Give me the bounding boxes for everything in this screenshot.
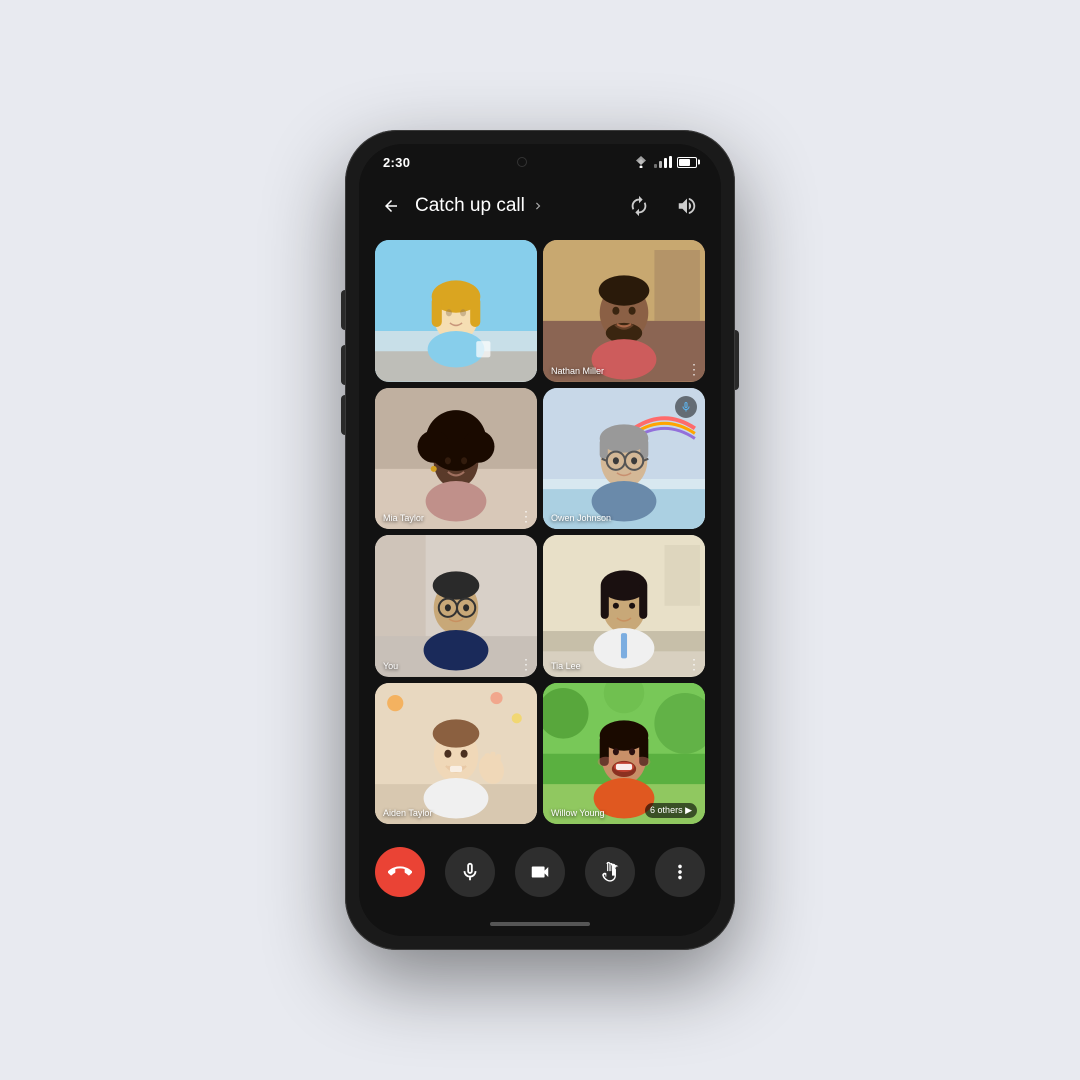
participant-5-video [375, 535, 537, 677]
status-icons [633, 156, 697, 168]
participant-3-cell[interactable]: Mia Taylor ⋮ [375, 388, 537, 530]
camera-button[interactable] [515, 847, 565, 897]
participant-1-cell[interactable] [375, 240, 537, 382]
participant-3-video [375, 388, 537, 530]
others-count-badge: 6 others ▶ [645, 803, 697, 818]
more-options-button[interactable] [655, 847, 705, 897]
call-controls [359, 832, 721, 912]
video-grid: Nathan Miller ⋮ [359, 232, 721, 832]
participant-4-audio [675, 396, 697, 418]
rotate-icon[interactable] [621, 188, 657, 224]
participant-8-cell[interactable]: Willow Young 6 others ▶ [543, 683, 705, 825]
participant-6-label: Tia Lee [551, 661, 581, 671]
signal-icon [654, 156, 672, 168]
participant-4-label: Owen Johnson [551, 513, 611, 523]
wifi-icon [633, 156, 649, 168]
call-title: Catch up call [415, 195, 613, 217]
participant-5-more[interactable]: ⋮ [519, 656, 533, 673]
phone-screen: 2:30 [359, 144, 721, 936]
participant-7-video [375, 683, 537, 825]
audio-output-icon[interactable] [669, 188, 705, 224]
camera-dot [517, 157, 527, 167]
status-bar: 2:30 [359, 144, 721, 180]
participant-5-label: You [383, 661, 398, 671]
participant-2-label: Nathan Miller [551, 366, 604, 376]
participant-4-cell[interactable]: Owen Johnson [543, 388, 705, 530]
phone-device: 2:30 [345, 130, 735, 950]
participant-1-video [375, 240, 537, 382]
end-call-button[interactable] [375, 847, 425, 897]
call-title-text: Catch up call [415, 195, 525, 217]
status-time: 2:30 [383, 155, 410, 170]
participant-6-video [543, 535, 705, 677]
battery-icon [677, 157, 697, 168]
mute-button[interactable] [445, 847, 495, 897]
participant-7-cell[interactable]: Aiden Taylor [375, 683, 537, 825]
raise-hand-button[interactable] [585, 847, 635, 897]
participant-7-label: Aiden Taylor [383, 808, 432, 818]
participant-5-cell[interactable]: You ⋮ [375, 535, 537, 677]
home-bar [490, 922, 590, 926]
participant-2-more[interactable]: ⋮ [687, 361, 701, 378]
participant-6-cell[interactable]: Tia Lee ⋮ [543, 535, 705, 677]
chevron-right-icon [531, 199, 545, 213]
participant-2-video [543, 240, 705, 382]
home-indicator [359, 912, 721, 936]
back-button[interactable] [375, 190, 407, 222]
top-bar: Catch up call [359, 180, 721, 232]
participant-3-more[interactable]: ⋮ [519, 508, 533, 525]
top-actions [621, 188, 705, 224]
participant-2-cell[interactable]: Nathan Miller ⋮ [543, 240, 705, 382]
participant-8-label: Willow Young [551, 808, 605, 818]
participant-6-more[interactable]: ⋮ [687, 656, 701, 673]
participant-3-label: Mia Taylor [383, 513, 424, 523]
